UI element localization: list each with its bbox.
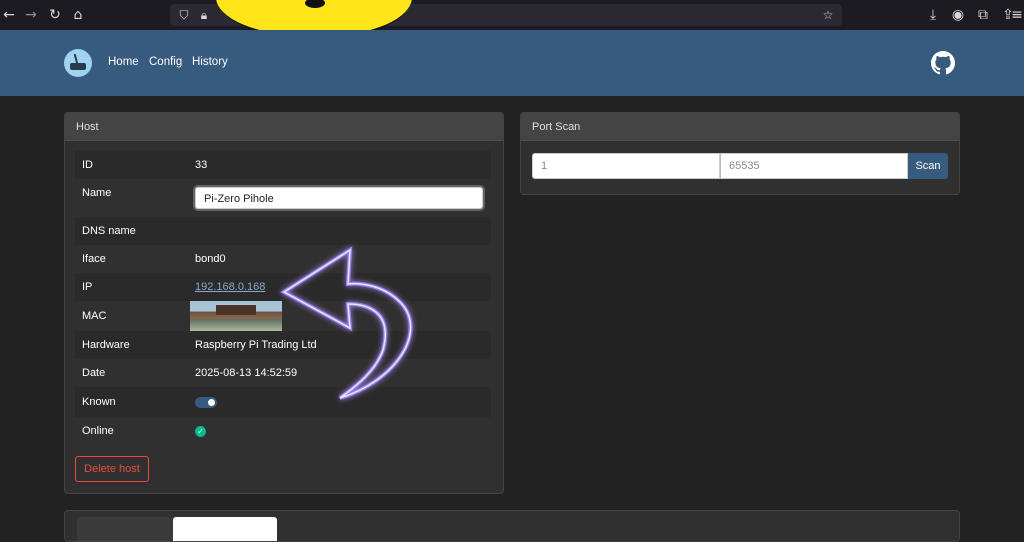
- port-to-input[interactable]: 65535: [720, 153, 908, 179]
- browser-toolbar: ← → ↻ ⌂ ⛉ 🔒︎ ☆ ⤓ ◉ ⧉ ⇪ ≡: [0, 0, 1024, 30]
- blob-mark-bottom: [305, 0, 325, 8]
- bottom-tab-inactive[interactable]: [173, 517, 277, 541]
- ip-label: IP: [75, 273, 188, 301]
- extensions-icon[interactable]: ⧉: [974, 6, 992, 24]
- known-label: Known: [75, 387, 188, 417]
- port-scan-card: Port Scan 1 65535 Scan: [520, 112, 960, 195]
- known-toggle[interactable]: [195, 396, 217, 408]
- port-scan-form: 1 65535 Scan: [532, 153, 948, 179]
- download-icon[interactable]: ⤓: [924, 6, 942, 24]
- forward-icon[interactable]: →: [22, 6, 40, 24]
- name-input[interactable]: Pi-Zero Pihole: [195, 187, 483, 209]
- date-value: 2025-08-13 14:52:59: [188, 359, 491, 387]
- host-card: Host ID 33 Name Pi-Zero Pihole DNS name …: [64, 112, 504, 494]
- host-card-title: Host: [65, 113, 503, 141]
- scan-button[interactable]: Scan: [908, 153, 948, 179]
- nav-config-link[interactable]: Config: [149, 56, 182, 68]
- toggle-knob: [208, 398, 215, 406]
- bottom-tab-active[interactable]: [77, 517, 173, 541]
- hardware-value: Raspberry Pi Trading Ltd: [188, 331, 491, 359]
- router-logo[interactable]: [64, 49, 92, 77]
- id-label: ID: [75, 151, 188, 179]
- ip-link[interactable]: 192.168.0.168: [195, 281, 265, 293]
- row-known: Known: [75, 387, 491, 417]
- bookmark-star-icon[interactable]: ☆: [820, 7, 836, 23]
- mac-image-overlay: [190, 301, 282, 331]
- host-details-table: ID 33 Name Pi-Zero Pihole DNS name Iface…: [75, 151, 491, 445]
- reload-icon[interactable]: ↻: [46, 6, 64, 24]
- row-name: Name Pi-Zero Pihole: [75, 179, 491, 217]
- account-icon[interactable]: ◉: [949, 6, 967, 24]
- online-label: Online: [75, 417, 188, 445]
- github-icon[interactable]: [931, 51, 955, 75]
- menu-icon[interactable]: ≡: [1010, 6, 1024, 24]
- home-icon[interactable]: ⌂: [69, 6, 87, 24]
- row-iface: Iface bond0: [75, 245, 491, 273]
- row-hardware: Hardware Raspberry Pi Trading Ltd: [75, 331, 491, 359]
- row-online: Online ✓: [75, 417, 491, 445]
- lock-icon[interactable]: 🔒︎: [196, 7, 212, 23]
- bottom-card: [64, 510, 960, 542]
- logo-device: [70, 63, 86, 70]
- delete-host-button[interactable]: Delete host: [75, 456, 149, 482]
- date-label: Date: [75, 359, 188, 387]
- dns-value: [188, 217, 491, 245]
- iface-label: Iface: [75, 245, 188, 273]
- mac-label: MAC: [75, 301, 188, 331]
- iface-value: bond0: [188, 245, 491, 273]
- row-date: Date 2025-08-13 14:52:59: [75, 359, 491, 387]
- thumb-roof: [216, 305, 256, 315]
- dns-label: DNS name: [75, 217, 188, 245]
- app-navbar: Home Config History: [0, 30, 1024, 96]
- row-dns: DNS name: [75, 217, 491, 245]
- nav-history-link[interactable]: History: [192, 56, 228, 68]
- row-mac: MAC: [75, 301, 491, 331]
- hardware-label: Hardware: [75, 331, 188, 359]
- name-label: Name: [75, 179, 188, 217]
- shield-icon[interactable]: ⛉: [176, 7, 192, 23]
- row-id: ID 33: [75, 151, 491, 179]
- id-value: 33: [188, 151, 491, 179]
- nav-home-link[interactable]: Home: [108, 56, 139, 68]
- online-check-icon: ✓: [195, 425, 206, 437]
- port-scan-title: Port Scan: [521, 113, 959, 141]
- back-icon[interactable]: ←: [0, 6, 18, 24]
- port-from-input[interactable]: 1: [532, 153, 720, 179]
- row-ip: IP 192.168.0.168: [75, 273, 491, 301]
